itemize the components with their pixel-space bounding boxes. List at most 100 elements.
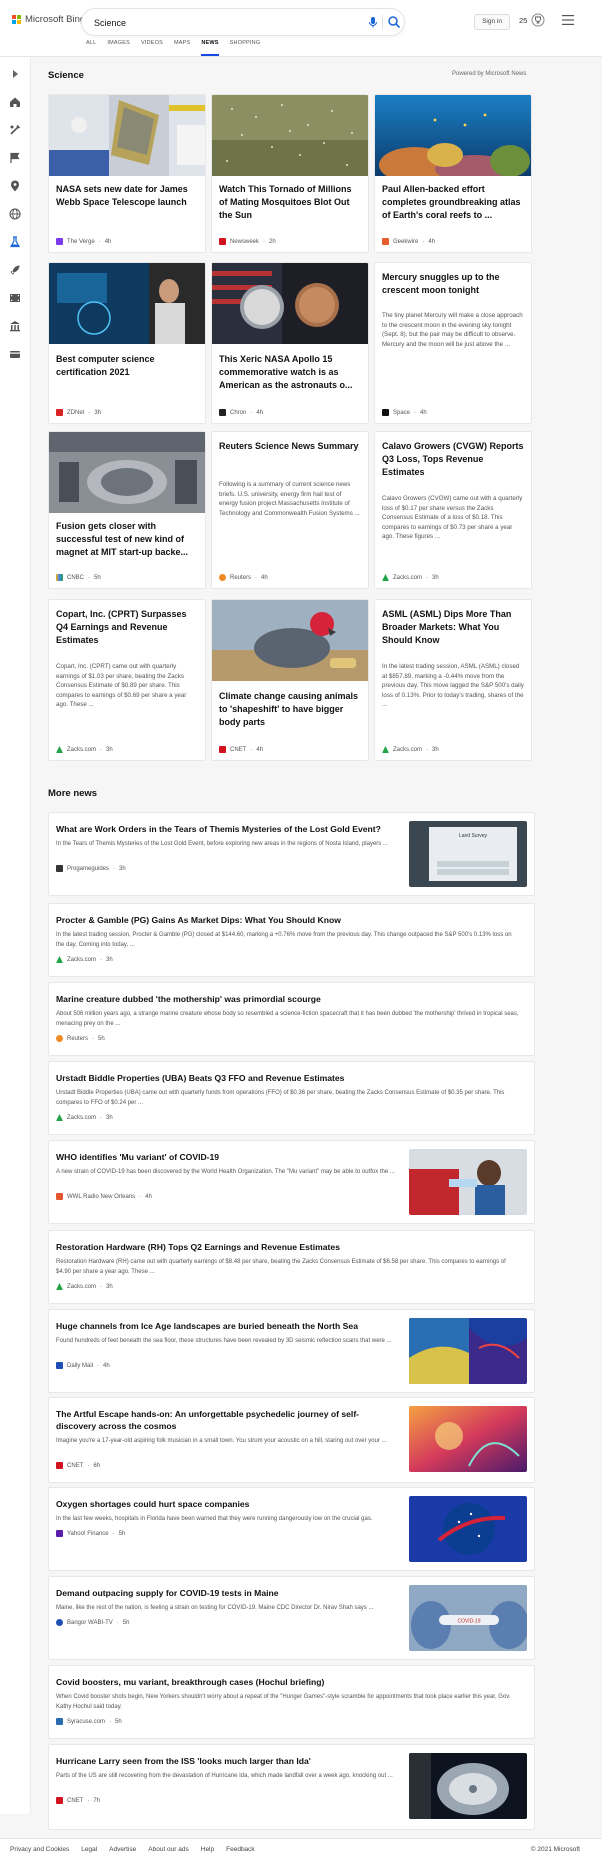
news-thumbnail[interactable] (409, 1496, 527, 1562)
news-card[interactable]: Calavo Growers (CVGW) Reports Q3 Loss, T… (374, 431, 532, 589)
rocket-icon[interactable] (8, 263, 22, 277)
provider-logo-icon (382, 238, 389, 245)
sign-in-button[interactable]: Sign in (474, 14, 510, 30)
news-thumbnail[interactable] (409, 1753, 527, 1819)
hurricane-from-space-image (409, 1753, 527, 1819)
building-icon[interactable] (8, 319, 22, 333)
news-title[interactable]: What are Work Orders in the Tears of The… (56, 823, 396, 835)
home-icon[interactable] (8, 95, 22, 109)
provider-logo-icon (219, 574, 226, 581)
news-title[interactable]: Marine creature dubbed 'the mothership' … (56, 993, 521, 1005)
news-snippet: Restoration Hardware (RH) came out with … (56, 1259, 506, 1275)
news-card[interactable]: Climate change causing animals to 'shape… (211, 599, 369, 761)
tab-videos[interactable]: VIDEOS (141, 40, 174, 54)
news-provider: Daily Mail · 4h (56, 1362, 110, 1369)
card-title[interactable]: Climate change causing animals to 'shape… (219, 690, 361, 729)
age: 5h (118, 1530, 126, 1537)
news-card[interactable]: Paul Allen-backed effort completes groun… (374, 94, 532, 253)
news-card[interactable]: Watch This Tornado of Millions of Mating… (211, 94, 369, 253)
news-thumbnail[interactable] (409, 1318, 527, 1384)
news-card[interactable]: Reuters Science News Summary Following i… (211, 431, 369, 589)
news-title[interactable]: The Artful Escape hands-on: An unforgett… (56, 1408, 396, 1432)
tab-all[interactable]: ALL (86, 40, 107, 54)
card-title[interactable]: Copart, Inc. (CPRT) Surpasses Q4 Earning… (56, 608, 198, 647)
tab-news[interactable]: NEWS (201, 40, 229, 56)
footer-link-legal[interactable]: Legal (81, 1846, 97, 1853)
news-title[interactable]: Demand outpacing supply for COVID-19 tes… (56, 1587, 396, 1599)
news-list-item[interactable]: Procter & Gamble (PG) Gains As Market Di… (48, 903, 535, 977)
card-title[interactable]: ASML (ASML) Dips More Than Broader Marke… (382, 608, 524, 647)
news-list-item[interactable]: Urstadt Biddle Properties (UBA) Beats Q3… (48, 1061, 535, 1135)
news-title[interactable]: Oxygen shortages could hurt space compan… (56, 1498, 396, 1510)
news-title[interactable]: Huge channels from Ice Age landscapes ar… (56, 1320, 396, 1332)
news-card[interactable]: Fusion gets closer with successful test … (48, 431, 206, 589)
card-title[interactable]: This Xeric NASA Apollo 15 commemorative … (219, 353, 361, 392)
news-card[interactable]: NASA sets new date for James Webb Space … (48, 94, 206, 253)
card-title[interactable]: Watch This Tornado of Millions of Mating… (219, 183, 361, 222)
separator-dot: · (92, 1035, 95, 1042)
footer-link-privacy[interactable]: Privacy and Cookies (10, 1846, 69, 1853)
tools-icon[interactable] (8, 123, 22, 137)
globe-icon[interactable] (8, 207, 22, 221)
expand-icon[interactable] (8, 67, 22, 81)
card-title[interactable]: Paul Allen-backed effort completes groun… (382, 183, 524, 222)
news-thumbnail[interactable] (409, 1406, 527, 1472)
card-title[interactable]: Best computer science certification 2021 (56, 353, 198, 379)
menu-icon[interactable] (561, 14, 575, 26)
news-list-item[interactable]: Demand outpacing supply for COVID-19 tes… (48, 1576, 535, 1660)
news-card[interactable]: ASML (ASML) Dips More Than Broader Marke… (374, 599, 532, 761)
separator-dot: · (263, 238, 266, 245)
bing-logo[interactable]: Microsoft Bing (12, 14, 85, 25)
card-provider: CNBC · 5h (56, 574, 101, 581)
news-list-item[interactable]: Marine creature dubbed 'the mothership' … (48, 982, 535, 1056)
news-title[interactable]: Hurricane Larry seen from the ISS 'looks… (56, 1755, 396, 1767)
news-title[interactable]: Covid boosters, mu variant, breakthrough… (56, 1676, 521, 1688)
search-input[interactable] (92, 14, 346, 32)
news-list-item[interactable]: Huge channels from Ice Age landscapes ar… (48, 1309, 535, 1393)
card-title[interactable]: NASA sets new date for James Webb Space … (56, 183, 198, 209)
mosquito-swarm-image (212, 95, 368, 176)
tab-maps[interactable]: MAPS (174, 40, 201, 54)
rewards-button[interactable]: 25 (519, 13, 545, 27)
news-list-item[interactable]: Hurricane Larry seen from the ISS 'looks… (48, 1744, 535, 1830)
tab-shopping[interactable]: SHOPPING (230, 40, 272, 54)
tab-images[interactable]: IMAGES (107, 40, 141, 54)
news-list-item[interactable]: Covid boosters, mu variant, breakthrough… (48, 1665, 535, 1739)
news-thumbnail[interactable] (409, 1149, 527, 1215)
footer-link-advertise[interactable]: Advertise (109, 1846, 136, 1853)
news-list-item[interactable]: Oxygen shortages could hurt space compan… (48, 1487, 535, 1571)
card-snippet: In the latest trading session, ASML (ASM… (382, 663, 524, 708)
news-card[interactable]: Mercury snuggles up to the crescent moon… (374, 262, 532, 424)
provider-name: Bangor WABI-TV (67, 1619, 113, 1626)
card-title[interactable]: Fusion gets closer with successful test … (56, 520, 198, 559)
separator-dot: · (109, 1718, 112, 1725)
news-list-item[interactable]: Restoration Hardware (RH) Tops Q2 Earnin… (48, 1230, 535, 1304)
news-title[interactable]: Urstadt Biddle Properties (UBA) Beats Q3… (56, 1072, 521, 1084)
footer-link-about-ads[interactable]: About our ads (148, 1846, 188, 1853)
card-icon[interactable] (8, 347, 22, 361)
card-title[interactable]: Reuters Science News Summary (219, 440, 361, 453)
card-title[interactable]: Mercury snuggles up to the crescent moon… (382, 271, 524, 297)
news-list-item[interactable]: The Artful Escape hands-on: An unforgett… (48, 1397, 535, 1483)
science-icon[interactable] (8, 235, 22, 249)
news-list-item[interactable]: What are Work Orders in the Tears of The… (48, 812, 535, 896)
news-title[interactable]: Restoration Hardware (RH) Tops Q2 Earnin… (56, 1241, 521, 1253)
search-icon[interactable] (387, 15, 401, 29)
flag-icon[interactable] (8, 151, 22, 165)
film-icon[interactable] (8, 291, 22, 305)
news-card[interactable]: Copart, Inc. (CPRT) Surpasses Q4 Earning… (48, 599, 206, 761)
news-list-item[interactable]: WHO identifies 'Mu variant' of COVID-19 … (48, 1140, 535, 1224)
news-card[interactable]: This Xeric NASA Apollo 15 commemorative … (211, 262, 369, 424)
news-provider: Zacks.com · 3h (56, 1114, 113, 1121)
psychedelic-game-image (409, 1406, 527, 1472)
card-title[interactable]: Calavo Growers (CVGW) Reports Q3 Loss, T… (382, 440, 524, 479)
news-card[interactable]: Best computer science certification 2021… (48, 262, 206, 424)
location-icon[interactable] (8, 179, 22, 193)
news-thumbnail[interactable]: COVID-19 (409, 1585, 527, 1651)
news-thumbnail[interactable]: Land Survey (409, 821, 527, 887)
news-title[interactable]: Procter & Gamble (PG) Gains As Market Di… (56, 914, 521, 926)
footer-link-help[interactable]: Help (201, 1846, 214, 1853)
microphone-icon[interactable] (366, 15, 380, 29)
news-title[interactable]: WHO identifies 'Mu variant' of COVID-19 (56, 1151, 396, 1163)
footer-link-feedback[interactable]: Feedback (226, 1846, 255, 1853)
